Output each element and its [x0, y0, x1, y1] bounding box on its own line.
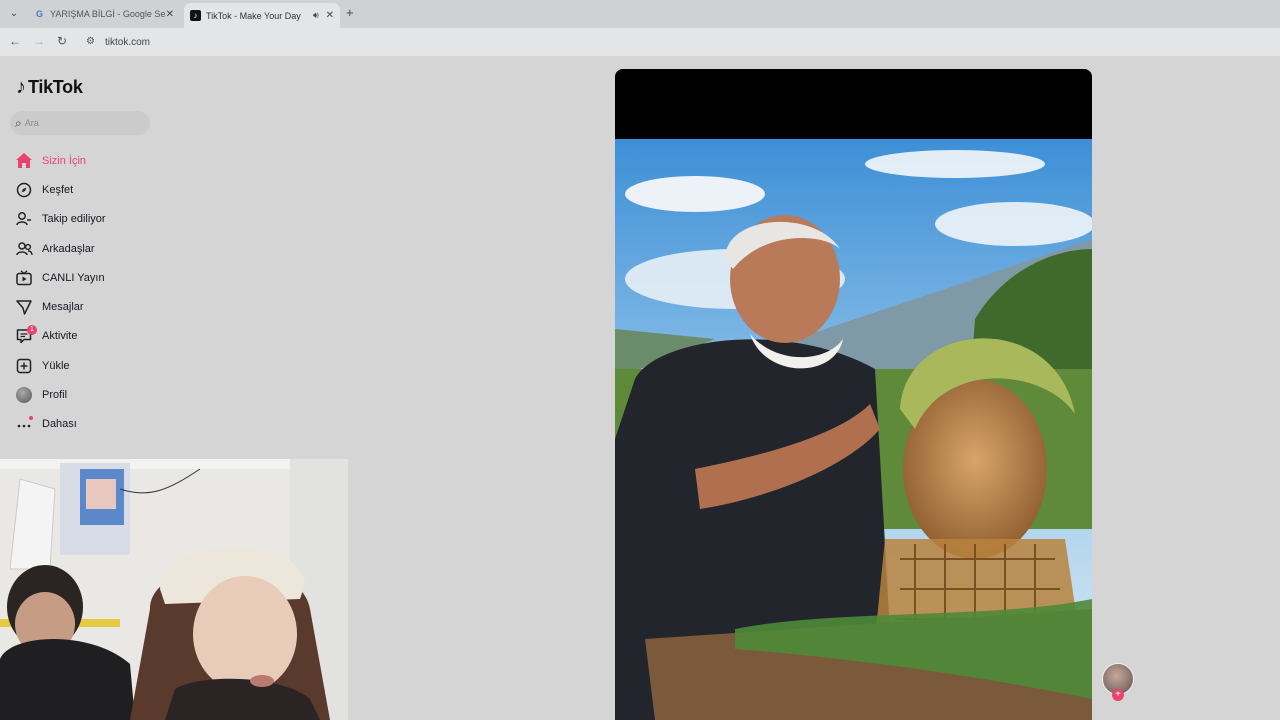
sidebar-menu: Sizin İçin Keşfet Takip ediliyor Arkadaş…: [14, 146, 106, 439]
follow-plus-icon[interactable]: +: [1112, 689, 1124, 701]
more-icon: [14, 414, 34, 434]
google-icon: G: [35, 8, 43, 19]
tiktok-note-icon: ♪: [16, 76, 26, 98]
speaker-icon[interactable]: 🔊︎: [313, 10, 319, 21]
sidebar-item-label: Mesajlar: [42, 301, 84, 314]
sidebar-item-label: Yükle: [42, 359, 70, 372]
sidebar-item-label: Sizin İçin: [42, 154, 87, 167]
video-player[interactable]: [615, 69, 1092, 720]
address-bar: ← → ↻ ⚙︎ tiktok.com: [0, 28, 1280, 56]
sidebar-item-label: Keşfet: [42, 183, 74, 196]
profile-avatar: [14, 385, 34, 405]
site-settings-icon[interactable]: ⚙︎: [86, 36, 95, 47]
sidebar-item-for-you[interactable]: Sizin İçin: [14, 146, 106, 175]
sidebar-item-live[interactable]: CANLI Yayın: [14, 263, 106, 292]
reload-icon[interactable]: ↻: [57, 34, 67, 48]
upload-icon: [14, 356, 34, 376]
sidebar-item-activity[interactable]: 1 Aktivite: [14, 322, 106, 351]
sidebar-item-label: Takip ediliyor: [42, 213, 106, 226]
sidebar-item-friends[interactable]: Arkadaşlar: [14, 234, 106, 263]
url-text[interactable]: tiktok.com: [105, 37, 150, 48]
video-letterbox: [615, 69, 1092, 139]
sidebar-item-label: Profil: [42, 389, 68, 402]
tiktok-logo[interactable]: ♪ TikTok: [16, 76, 83, 99]
activity-badge: 1: [27, 325, 37, 336]
sidebar-item-upload[interactable]: Yükle: [14, 351, 106, 380]
webcam-overlay: [0, 459, 348, 720]
browser-tab-bar: ⌄ G YARIŞMA BİLGİ - Google Search ✕ ♪ Ti…: [0, 0, 1280, 28]
sidebar-item-following[interactable]: Takip ediliyor: [14, 205, 106, 234]
live-icon: [14, 268, 34, 288]
sidebar-item-profile[interactable]: Profil: [14, 380, 106, 409]
messages-icon: [14, 297, 34, 317]
close-icon[interactable]: ✕: [326, 10, 334, 21]
browser-tab-tiktok[interactable]: ♪ TikTok - Make Your Day 🔊︎ ✕: [184, 3, 340, 28]
sidebar-item-label: Aktivite: [42, 330, 78, 343]
tiktok-icon: ♪: [190, 10, 201, 21]
friends-icon: [14, 239, 34, 259]
logo-text: TikTok: [28, 77, 83, 97]
tab-search-chevron-icon[interactable]: ⌄: [6, 6, 22, 22]
forward-icon[interactable]: →: [33, 34, 45, 48]
activity-icon: 1: [14, 325, 37, 346]
sidebar-item-messages[interactable]: Mesajlar: [14, 292, 106, 321]
tab-title: YARIŞMA BİLGİ - Google Search: [50, 9, 166, 19]
search-input[interactable]: [24, 118, 135, 128]
compass-icon: [14, 180, 34, 200]
notification-dot: [29, 416, 33, 421]
close-icon[interactable]: ✕: [166, 9, 174, 20]
sidebar-item-more[interactable]: Dahası: [14, 410, 106, 439]
sidebar-item-label: Dahası: [42, 418, 77, 431]
browser-tab-google[interactable]: G YARIŞMA BİLGİ - Google Search ✕: [28, 3, 180, 25]
sidebar-item-explore[interactable]: Keşfet: [14, 175, 106, 204]
video-frame-image: [615, 139, 1092, 720]
new-tab-button[interactable]: +: [346, 5, 354, 20]
back-icon[interactable]: ←: [9, 34, 21, 48]
sidebar-item-label: CANLI Yayın: [42, 271, 105, 284]
sidebar-item-label: Arkadaşlar: [42, 242, 95, 255]
home-icon: [14, 151, 34, 171]
search-icon: ⌕: [15, 115, 22, 130]
tab-title: TikTok - Make Your Day: [206, 10, 301, 21]
search-box[interactable]: ⌕: [10, 111, 150, 135]
following-icon: [14, 209, 34, 229]
